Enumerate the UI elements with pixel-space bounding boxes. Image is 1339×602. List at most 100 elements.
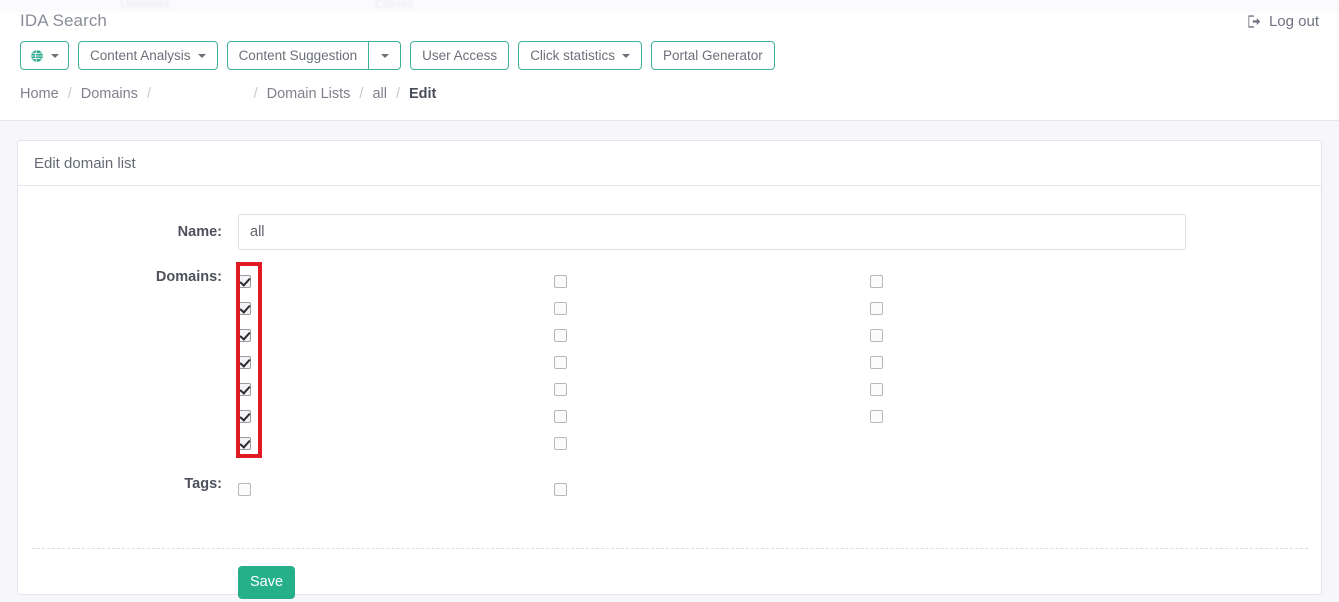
breadcrumb-separator: / bbox=[146, 86, 151, 102]
domain-label-redacted bbox=[892, 274, 930, 289]
domain-column-1 bbox=[238, 268, 554, 457]
domain-item[interactable] bbox=[238, 403, 554, 430]
domain-column-3 bbox=[870, 268, 1186, 457]
domain-label-redacted bbox=[576, 382, 621, 397]
domain-item[interactable] bbox=[870, 322, 1186, 349]
domain-item[interactable] bbox=[238, 322, 554, 349]
domain-label-redacted bbox=[576, 328, 644, 343]
portal-generator-button[interactable]: Portal Generator bbox=[650, 41, 775, 70]
edit-domain-list-panel: Edit domain list Name: Domains: bbox=[17, 140, 1322, 599]
domain-label-redacted bbox=[892, 409, 960, 424]
app-title: IDA Search bbox=[20, 11, 107, 30]
domains-label: Domains: bbox=[155, 269, 222, 285]
domain-item[interactable] bbox=[554, 268, 870, 295]
domain-item[interactable] bbox=[238, 268, 554, 295]
breadcrumb-item-3[interactable] bbox=[160, 86, 245, 102]
content-analysis-button[interactable]: Content Analysis bbox=[78, 41, 218, 70]
domain-item[interactable] bbox=[554, 322, 870, 349]
domain-label-redacted bbox=[260, 328, 358, 343]
domain-checkbox-c2r2[interactable] bbox=[554, 302, 567, 315]
logout-link[interactable]: Log out bbox=[1247, 13, 1319, 30]
domain-checkbox-c2r5[interactable] bbox=[554, 383, 567, 396]
domain-item[interactable] bbox=[554, 430, 870, 457]
domain-label-redacted bbox=[576, 274, 606, 289]
page-title: Edit domain list bbox=[34, 154, 136, 172]
tags-checkbox-grid bbox=[238, 476, 1303, 503]
domain-checkbox-c2r4[interactable] bbox=[554, 356, 567, 369]
breadcrumb-item-4[interactable]: Domain Lists bbox=[267, 86, 351, 102]
save-button[interactable]: Save bbox=[238, 566, 295, 599]
content-suggestion-button[interactable]: Content Suggestion bbox=[226, 41, 370, 70]
name-input[interactable] bbox=[238, 214, 1186, 250]
tags-label: Tags: bbox=[184, 476, 222, 492]
domain-item[interactable] bbox=[870, 376, 1186, 403]
domain-checkbox-c1r6[interactable] bbox=[238, 410, 251, 423]
domain-item[interactable] bbox=[554, 403, 870, 430]
domain-label-redacted bbox=[260, 382, 320, 397]
form-row-domains: Domains: bbox=[18, 262, 1321, 458]
domain-item[interactable] bbox=[238, 430, 554, 457]
domain-checkbox-c1r5[interactable] bbox=[238, 383, 251, 396]
domain-item[interactable] bbox=[238, 349, 554, 376]
domain-label-redacted bbox=[892, 301, 945, 316]
domain-checkbox-c3r2[interactable] bbox=[870, 302, 883, 315]
tag-column-2 bbox=[554, 476, 870, 503]
domain-checkbox-c3r5[interactable] bbox=[870, 383, 883, 396]
content-suggestion-group: Content Suggestion bbox=[226, 41, 402, 70]
domain-checkbox-c3r3[interactable] bbox=[870, 329, 883, 342]
content-suggestion-dropdown-button[interactable] bbox=[369, 41, 402, 70]
breadcrumb-separator: / bbox=[253, 86, 258, 102]
domain-checkbox-c2r6[interactable] bbox=[554, 410, 567, 423]
tag-item[interactable] bbox=[238, 476, 554, 503]
domain-item[interactable] bbox=[870, 403, 1186, 430]
domain-checkbox-c3r4[interactable] bbox=[870, 356, 883, 369]
domain-checkbox-c2r7[interactable] bbox=[554, 437, 567, 450]
domain-label-redacted bbox=[260, 355, 320, 370]
chevron-down-icon bbox=[381, 53, 390, 58]
panel-body: Name: Domains: bbox=[18, 186, 1321, 599]
panel-header: Edit domain list bbox=[18, 141, 1321, 186]
breadcrumb: Home / Domains / / Domain Lists / all / Edit bbox=[20, 86, 436, 102]
form-row-tags: Tags: bbox=[18, 476, 1321, 503]
user-access-button[interactable]: User Access bbox=[410, 41, 510, 70]
breadcrumb-item-1[interactable]: Home bbox=[20, 86, 59, 102]
domain-label-redacted bbox=[892, 328, 963, 343]
user-access-label: User Access bbox=[422, 47, 498, 63]
form-row-save: Save bbox=[18, 566, 1321, 599]
save-spacer bbox=[18, 566, 238, 599]
domain-checkbox-c3r6[interactable] bbox=[870, 410, 883, 423]
tag-checkbox-c2r1[interactable] bbox=[554, 483, 567, 496]
domain-checkbox-c1r4[interactable] bbox=[238, 356, 251, 369]
domain-label-redacted bbox=[260, 409, 324, 424]
domain-item[interactable] bbox=[238, 295, 554, 322]
domain-item[interactable] bbox=[238, 376, 554, 403]
domain-checkbox-c1r1[interactable] bbox=[238, 275, 251, 288]
breadcrumb-item-5[interactable]: all bbox=[372, 86, 387, 102]
tag-item[interactable] bbox=[554, 476, 870, 503]
domain-label-redacted bbox=[260, 436, 335, 451]
click-statistics-button[interactable]: Click statistics bbox=[518, 41, 642, 70]
content-suggestion-label: Content Suggestion bbox=[238, 47, 358, 63]
form-divider bbox=[32, 548, 1308, 549]
tag-checkbox-c1r1[interactable] bbox=[238, 483, 251, 496]
language-selector-button[interactable] bbox=[20, 41, 69, 70]
domain-checkbox-c3r1[interactable] bbox=[870, 275, 883, 288]
domain-checkbox-c1r2[interactable] bbox=[238, 302, 251, 315]
portal-generator-label: Portal Generator bbox=[662, 47, 763, 63]
domain-item[interactable] bbox=[870, 349, 1186, 376]
domain-checkbox-c2r3[interactable] bbox=[554, 329, 567, 342]
domain-checkbox-c2r1[interactable] bbox=[554, 275, 567, 288]
domain-item[interactable] bbox=[554, 295, 870, 322]
domain-item[interactable] bbox=[870, 295, 1186, 322]
breadcrumb-separator: / bbox=[359, 86, 364, 102]
domain-label-redacted bbox=[260, 301, 335, 316]
breadcrumb-item-2[interactable]: Domains bbox=[81, 86, 138, 102]
domain-label-redacted bbox=[260, 274, 328, 289]
domain-checkbox-c1r3[interactable] bbox=[238, 329, 251, 342]
domain-item[interactable] bbox=[870, 268, 1186, 295]
breadcrumb-separator: / bbox=[67, 86, 72, 102]
click-statistics-label: Click statistics bbox=[530, 47, 615, 63]
domain-item[interactable] bbox=[554, 376, 870, 403]
domain-checkbox-c1r7[interactable] bbox=[238, 437, 251, 450]
domain-item[interactable] bbox=[554, 349, 870, 376]
